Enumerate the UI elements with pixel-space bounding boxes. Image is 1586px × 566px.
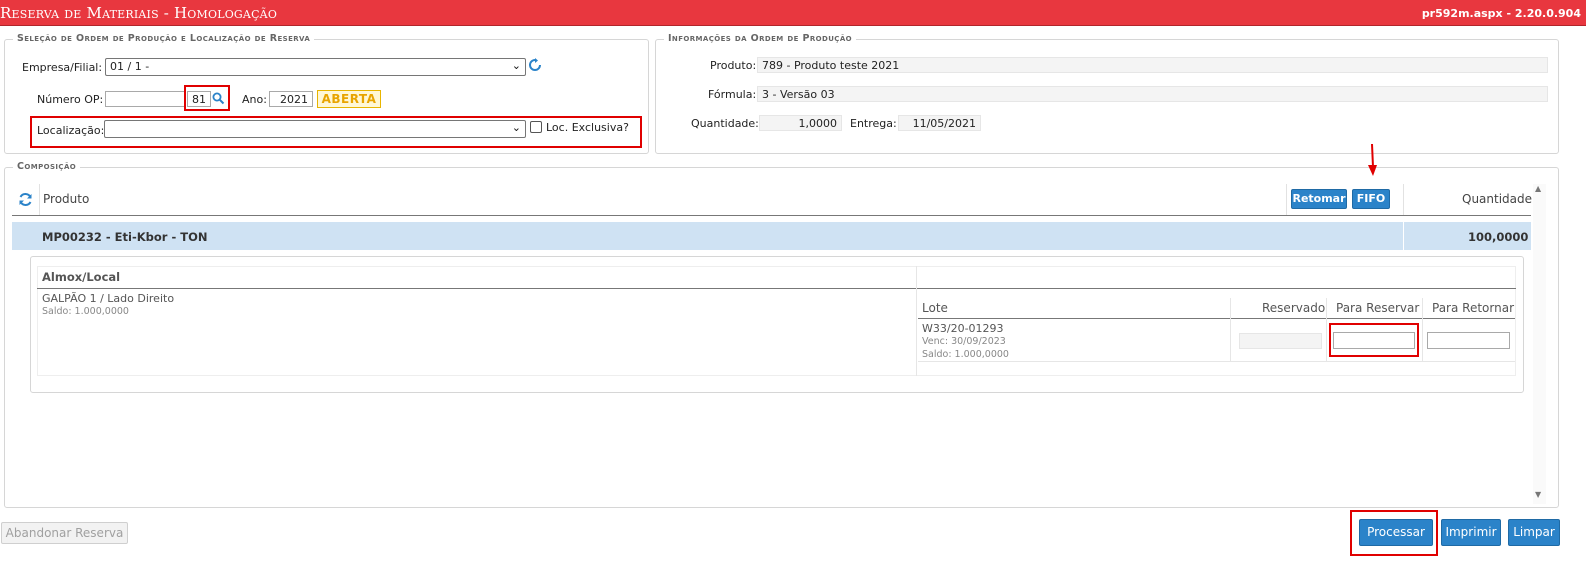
scroll-up-icon[interactable]: ▲ (1535, 184, 1541, 193)
para-retornar-input[interactable] (1427, 332, 1510, 349)
quantidade-label: Quantidade: (691, 117, 759, 130)
numero-op-label: Número OP: (37, 93, 104, 106)
reservado-header: Reservado (1262, 301, 1326, 315)
item-name: MP00232 - Eti-Kbor - TON (42, 230, 208, 244)
lote-header: Lote (922, 301, 948, 315)
almox-saldo: Saldo: 1.000,0000 (42, 306, 129, 317)
composicao-legend: Composição (13, 161, 81, 172)
title-bar: Reserva de Materiais - Homologação pr592… (0, 0, 1586, 26)
ano-value: 2021 (280, 93, 308, 106)
numero-op-prefix-field[interactable] (105, 91, 185, 107)
row-divider (1403, 222, 1404, 250)
item-row[interactable] (12, 222, 1531, 250)
empresa-select-value: 01 / 1 - (110, 60, 150, 73)
imprimir-button[interactable]: Imprimir (1441, 519, 1501, 546)
ano-label: Ano: (242, 93, 267, 106)
col-quantidade-header: Quantidade (1462, 192, 1533, 206)
para-reservar-highlight (1329, 323, 1419, 357)
header-divider (39, 184, 40, 215)
formula-field: 3 - Versão 03 (757, 86, 1548, 102)
lote-header-line (918, 318, 1515, 319)
version-label: pr592m.aspx - 2.20.0.904 (1421, 7, 1581, 20)
numero-op-highlight (184, 85, 230, 111)
item-quantity: 100,0000 (1468, 230, 1529, 244)
header-divider (1286, 184, 1287, 215)
entrega-field: 11/05/2021 (898, 115, 981, 131)
localizacao-label: Localização: (37, 124, 105, 137)
loc-exclusiva-label: Loc. Exclusiva? (546, 121, 629, 134)
lote-saldo: Saldo: 1.000,0000 (922, 349, 1009, 360)
retomar-button[interactable]: Retomar (1291, 189, 1347, 209)
lote-row-line (918, 361, 1515, 362)
quantidade-value: 1,0000 (798, 117, 838, 130)
almox-name: GALPÃO 1 / Lado Direito (42, 292, 175, 305)
produto-field: 789 - Produto teste 2021 (757, 57, 1548, 73)
abandonar-button[interactable]: Abandonar Reserva (1, 522, 128, 544)
reservado-field (1239, 333, 1322, 349)
selection-legend: Seleção de Ordem de Produção e Localizaç… (13, 33, 315, 44)
para-reservar-header: Para Reservar (1336, 301, 1420, 315)
produto-value: 789 - Produto teste 2021 (762, 59, 900, 72)
refresh-icon[interactable] (528, 58, 542, 74)
entrega-label: Entrega: (850, 117, 897, 130)
entrega-value: 11/05/2021 (912, 117, 976, 130)
lote-col-divider (1422, 298, 1423, 362)
lote-code: W33/20-01293 (922, 322, 1004, 335)
loc-exclusiva-checkbox[interactable] (530, 121, 542, 133)
col-produto-header: Produto (43, 192, 90, 206)
almox-header: Almox/Local (42, 270, 121, 284)
empresa-label: Empresa/Filial: (22, 61, 103, 74)
para-retornar-header: Para Retornar (1432, 301, 1514, 315)
almox-divider (916, 266, 917, 376)
chevron-down-icon: ⌄ (511, 59, 521, 72)
window-title: Reserva de Materiais - Homologação (0, 4, 278, 22)
lote-venc: Venc: 30/09/2023 (922, 336, 1006, 347)
localizacao-select[interactable]: ⌄ (104, 120, 526, 138)
scrollbar[interactable] (1533, 184, 1546, 504)
status-badge: ABERTA (317, 90, 381, 108)
formula-label: Fórmula: (708, 88, 757, 101)
almox-table (37, 266, 1516, 376)
ano-field[interactable]: 2021 (269, 91, 313, 107)
lote-col-divider (1230, 298, 1231, 362)
empresa-select[interactable]: 01 / 1 - ⌄ (105, 58, 526, 76)
limpar-button[interactable]: Limpar (1508, 519, 1560, 546)
refresh-icon[interactable] (18, 192, 33, 207)
produto-label: Produto: (710, 59, 757, 72)
chevron-down-icon: ⌄ (511, 121, 521, 134)
annotation-arrow-icon (1368, 143, 1377, 176)
quantidade-field: 1,0000 (759, 115, 842, 131)
scroll-down-icon[interactable]: ▼ (1535, 490, 1541, 499)
header-divider (1403, 184, 1404, 215)
processar-button[interactable]: Processar (1359, 519, 1433, 546)
formula-value: 3 - Versão 03 (762, 88, 835, 101)
fifo-button[interactable]: FIFO (1352, 189, 1390, 209)
lote-col-divider (1326, 298, 1327, 362)
almox-header-line (37, 288, 1516, 289)
info-legend: Informações da Ordem de Produção (664, 33, 856, 44)
